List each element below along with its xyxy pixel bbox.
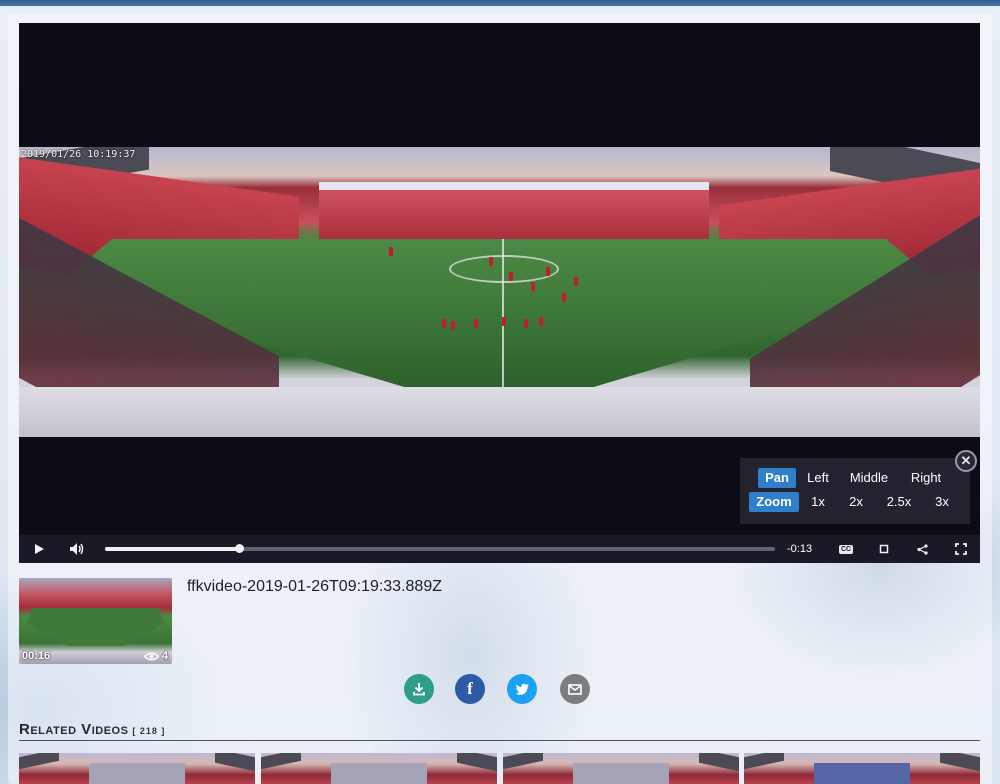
footballer bbox=[442, 319, 446, 328]
volume-icon[interactable] bbox=[65, 535, 89, 563]
pitch-center-circle bbox=[449, 255, 559, 283]
video-title: ffkvideo-2019-01-26T09:19:33.889Z bbox=[187, 578, 442, 595]
video-player[interactable]: 2019/01/26 10:19:37 Pan Left Middle Righ… bbox=[19, 23, 980, 563]
thumbnail-roof bbox=[215, 753, 255, 772]
pan-left-option[interactable]: Left bbox=[802, 468, 834, 488]
captions-button[interactable]: CC bbox=[835, 535, 857, 563]
thumbnail-duration: 00:16 bbox=[22, 650, 51, 662]
thumbnail-stand bbox=[814, 763, 910, 784]
thumbnail-roof bbox=[503, 753, 543, 770]
footballer bbox=[546, 267, 550, 276]
thumbnail-pitch bbox=[27, 608, 164, 646]
thumbnail-roof bbox=[699, 753, 739, 772]
thumbnail-roof bbox=[940, 753, 980, 772]
share-icon[interactable] bbox=[912, 535, 932, 563]
related-video-thumbnail[interactable] bbox=[503, 753, 739, 784]
related-videos-title: Related Videos bbox=[19, 721, 129, 738]
pan-zoom-panel: Pan Left Middle Right Zoom 1x 2x 2.5x 3x bbox=[740, 458, 970, 524]
footballer bbox=[389, 247, 393, 256]
zoom-label: Zoom bbox=[749, 492, 799, 512]
footballer bbox=[489, 257, 493, 266]
zoom-1x-option[interactable]: 1x bbox=[806, 492, 830, 512]
pan-right-option[interactable]: Right bbox=[906, 468, 946, 488]
player-control-bar: -0:13 CC bbox=[19, 535, 980, 563]
footballer bbox=[502, 317, 506, 326]
pan-row: Pan Left Middle Right bbox=[740, 468, 970, 492]
fullscreen-icon[interactable] bbox=[950, 535, 972, 563]
zoom-3x-option[interactable]: 3x bbox=[930, 492, 954, 512]
pan-middle-option[interactable]: Middle bbox=[846, 468, 892, 488]
close-icon[interactable]: ✕ bbox=[955, 450, 977, 472]
snowy-track bbox=[19, 387, 980, 437]
related-videos-count: [ 218 ] bbox=[132, 726, 166, 736]
zoom-row: Zoom 1x 2x 2.5x 3x bbox=[740, 492, 970, 516]
zoom-2x-option[interactable]: 2x bbox=[844, 492, 868, 512]
footballer bbox=[574, 277, 578, 286]
video-frame[interactable]: 2019/01/26 10:19:37 bbox=[19, 147, 980, 437]
footballer bbox=[524, 319, 528, 328]
related-video-thumbnail[interactable] bbox=[744, 753, 980, 784]
download-icon[interactable] bbox=[404, 674, 434, 704]
thumbnail-stand bbox=[573, 763, 669, 784]
twitter-icon[interactable] bbox=[507, 674, 537, 704]
captions-label: CC bbox=[838, 544, 854, 554]
footballer bbox=[539, 317, 543, 326]
footballer bbox=[531, 282, 535, 291]
footballer bbox=[474, 319, 478, 328]
footballer bbox=[509, 272, 513, 281]
email-icon[interactable] bbox=[560, 674, 590, 704]
play-icon[interactable] bbox=[27, 535, 51, 563]
thumbnail-roof bbox=[744, 753, 784, 770]
thumbnail-roof bbox=[457, 753, 497, 772]
footballer bbox=[451, 321, 455, 330]
progress-bar[interactable] bbox=[105, 544, 775, 553]
related-divider bbox=[19, 740, 980, 741]
related-video-thumbnail[interactable] bbox=[261, 753, 497, 784]
thumbnail-stand bbox=[331, 763, 427, 784]
pan-label: Pan bbox=[758, 468, 796, 488]
stand-center bbox=[319, 182, 709, 244]
thumbnail-stand bbox=[89, 763, 185, 784]
eye-icon bbox=[143, 652, 159, 660]
video-timestamp-overlay: 2019/01/26 10:19:37 bbox=[21, 149, 136, 160]
time-remaining: -0:13 bbox=[787, 543, 813, 555]
progress-bar-fill bbox=[105, 547, 239, 551]
footballer bbox=[562, 293, 566, 302]
related-video-thumbnail[interactable] bbox=[19, 753, 255, 784]
zoom-2-5x-option[interactable]: 2.5x bbox=[882, 492, 916, 512]
thumbnail-roof bbox=[261, 753, 301, 770]
facebook-icon[interactable]: f bbox=[455, 674, 485, 704]
view-count: 4 bbox=[161, 650, 168, 662]
progress-knob[interactable] bbox=[235, 544, 244, 553]
thumbnail-roof bbox=[19, 753, 59, 770]
picture-in-picture-icon[interactable] bbox=[874, 535, 894, 563]
related-videos-heading: Related Videos[ 218 ] bbox=[19, 721, 165, 738]
video-thumbnail[interactable]: 00:16 4 bbox=[19, 578, 172, 664]
thumbnail-views: 4 bbox=[143, 650, 168, 662]
